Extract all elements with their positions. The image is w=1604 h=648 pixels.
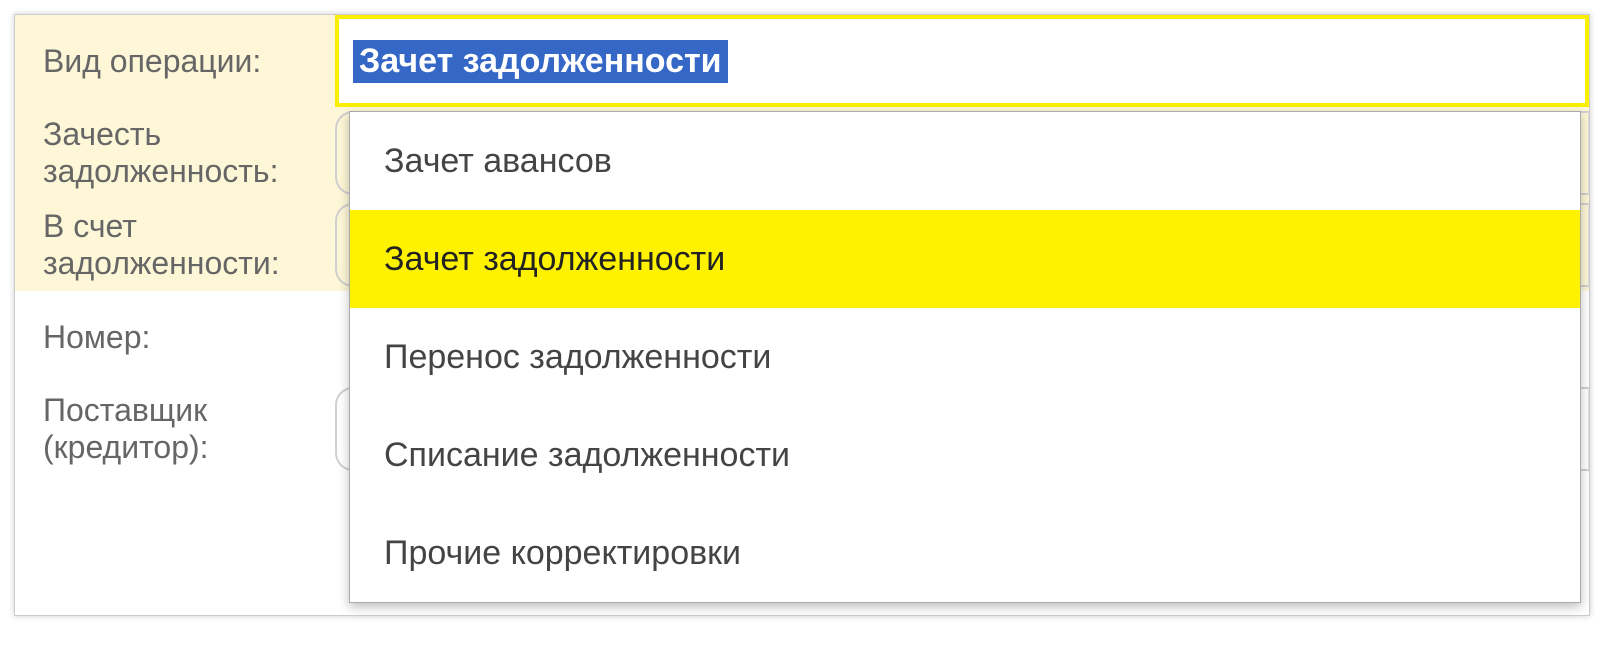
label-supplier: Поставщик (кредитор): xyxy=(15,392,335,466)
dropdown-item-advance-offset[interactable]: Зачет авансов xyxy=(350,112,1580,210)
dropdown-item-debt-offset[interactable]: Зачет задолженности xyxy=(350,210,1580,308)
label-against-debt: В счет задолженности: xyxy=(15,208,335,282)
input-operation-type-value: Зачет задолженности xyxy=(353,40,728,83)
input-operation-type[interactable]: Зачет задолженности xyxy=(335,15,1589,107)
form-container: Вид операции: Зачет задолженности Зачест… xyxy=(14,14,1590,616)
dropdown-item-debt-transfer[interactable]: Перенос задолженности xyxy=(350,308,1580,406)
dropdown-item-other-adjustments[interactable]: Прочие корректировки xyxy=(350,504,1580,602)
row-operation-type: Вид операции: Зачет задолженности xyxy=(15,15,1589,107)
label-operation-type: Вид операции: xyxy=(15,43,335,80)
dropdown-item-debt-writeoff[interactable]: Списание задолженности xyxy=(350,406,1580,504)
label-number: Номер: xyxy=(15,319,335,356)
label-credit-debt: Зачесть задолженность: xyxy=(15,116,335,190)
operation-type-dropdown: Зачет авансов Зачет задолженности Перено… xyxy=(349,111,1581,603)
